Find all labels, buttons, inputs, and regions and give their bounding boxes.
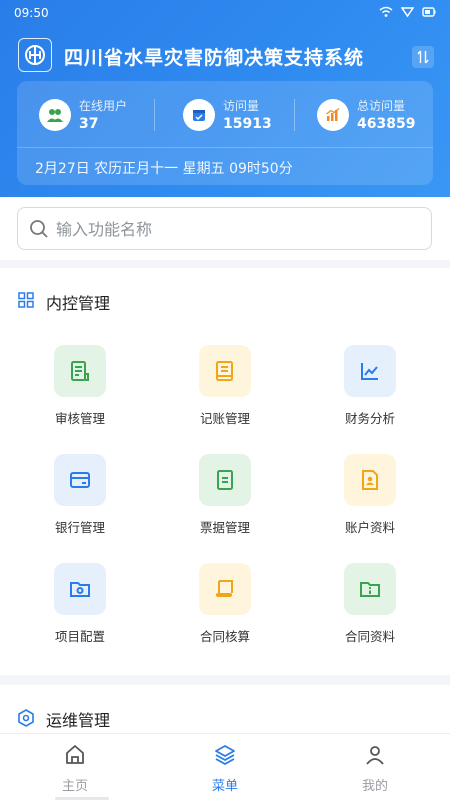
card-divider [17,147,433,148]
ledger-book-icon [199,345,251,397]
menu-item-label: 银行管理 [54,520,105,535]
stat-divider [294,99,295,131]
menu-item-audit[interactable]: 审核管理 [20,345,140,435]
search-icon [30,220,48,238]
section-title: 运维管理 [46,711,111,730]
stats-card: 在线用户 37 访问量 15913 总访问量 463859 2月27日 农历正月… [17,81,433,185]
stat-total-visits[interactable]: 总访问量 463859 [317,95,427,139]
menu-item-label: 合同核算 [199,629,250,644]
menu-item-contract-documents[interactable]: 合同资料 [310,563,430,653]
status-bar: 09:50 [0,0,450,28]
menu-item-contract-accounting[interactable]: 合同核算 [165,563,285,653]
section-internal-control: 内控管理 审核管理 记账管理 财务分析 银行管理 票据管理 账户资料 项目配置 … [0,268,450,675]
search-box[interactable] [17,207,432,250]
stat-value: 37 [79,116,99,132]
app-title: 四川省水旱灾害防御决策支持系统 [64,47,365,69]
menu-item-label: 审核管理 [54,411,105,426]
menu-item-label: 项目配置 [54,629,105,644]
stat-value: 15913 [223,116,272,132]
status-time: 09:50 [14,6,49,20]
info-folder-icon [344,563,396,615]
user-icon [366,746,384,765]
users-icon [39,99,71,131]
menu-item-label: 财务分析 [344,411,395,426]
invoice-icon [199,454,251,506]
menu-item-label: 记账管理 [199,411,250,426]
folder-settings-icon [54,563,106,615]
section-title: 内控管理 [46,294,111,313]
bank-card-icon [54,454,106,506]
stat-divider [154,99,155,131]
date-time-line: 2月27日 农历正月十一 星期五 09时50分 [35,161,293,177]
bottom-tab-bar: 主页 菜单 我的 [0,733,450,800]
stat-label: 在线用户 [79,99,128,113]
swap-vertical-icon [417,50,429,64]
tab-home[interactable]: 主页 [0,734,150,800]
bar-chart-icon [317,99,349,131]
account-profile-icon [344,454,396,506]
water-logo-icon [18,38,52,72]
stat-value: 463859 [357,116,416,132]
audit-document-icon [54,345,106,397]
menu-item-project-config[interactable]: 项目配置 [20,563,140,653]
tab-label: 我的 [361,779,388,794]
hexagon-settings-icon [18,709,34,727]
contract-scroll-icon [199,563,251,615]
stat-label: 总访问量 [357,99,406,113]
menu-item-label: 票据管理 [199,520,250,535]
menu-item-account-profile[interactable]: 账户资料 [310,454,430,544]
battery-icon [422,7,436,17]
menu-item-invoice[interactable]: 票据管理 [165,454,285,544]
search-section [0,197,450,260]
signal-icon [401,7,414,18]
menu-item-financial-analysis[interactable]: 财务分析 [310,345,430,435]
tab-menu[interactable]: 菜单 [150,734,300,800]
menu-item-label: 合同资料 [344,629,395,644]
home-icon [66,745,84,764]
section-operations: 运维管理 [0,685,450,733]
status-icons [379,6,436,18]
wifi-icon [379,6,393,17]
switch-system-button[interactable] [412,46,434,68]
layers-icon [215,745,235,766]
tab-profile[interactable]: 我的 [300,734,450,800]
stat-visits[interactable]: 访问量 15913 [183,95,293,139]
tab-label: 菜单 [211,779,238,794]
title-row: 四川省水旱灾害防御决策支持系统 [18,38,434,74]
header: 09:50 四川省水旱灾害防御决策支持系统 在线用户 37 访问量 15913 … [0,0,450,200]
line-chart-icon [344,345,396,397]
tab-label: 主页 [61,779,88,794]
calendar-check-icon [183,99,215,131]
stat-online-users[interactable]: 在线用户 37 [39,95,149,139]
stat-label: 访问量 [223,99,260,113]
menu-item-label: 账户资料 [344,520,395,535]
grid-icon [18,292,34,308]
menu-item-bank[interactable]: 银行管理 [20,454,140,544]
menu-item-bookkeeping[interactable]: 记账管理 [165,345,285,435]
search-input[interactable] [56,217,416,241]
